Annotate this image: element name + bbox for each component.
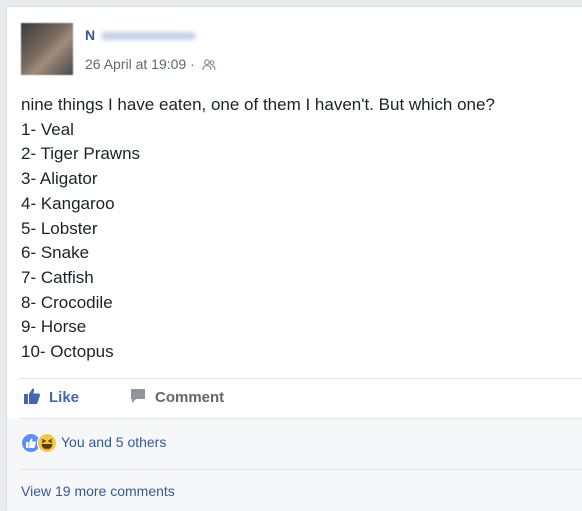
author-name-redacted (101, 32, 197, 41)
list-item: 8- Crocodile (21, 292, 113, 312)
comment-icon (131, 389, 145, 403)
post-card: N 26 April at 19:09 · nine things I have… (6, 6, 582, 511)
friends-icon[interactable] (201, 58, 216, 74)
view-more-comments-link[interactable]: View 19 more comments (21, 483, 175, 499)
list-item: 7- Catfish (21, 267, 94, 287)
list-item: 9- Horse (21, 317, 87, 337)
meta-separator: · (190, 56, 195, 72)
comment-label: Comment (155, 389, 225, 406)
list-item: 6- Snake (21, 243, 90, 263)
reactions-summary-text: You and 5 others (61, 434, 167, 450)
like-label: Like (49, 389, 80, 406)
thumbs-up-icon (24, 388, 40, 404)
actions-divider-top (19, 378, 582, 379)
author-name[interactable]: N (85, 27, 197, 43)
author-name-initial: N (85, 27, 96, 43)
list-item: 1- Veal (21, 119, 74, 139)
post-body: nine things I have eaten, one of them I … (21, 93, 571, 365)
post-meta: 26 April at 19:09 · (85, 56, 216, 74)
reactions-summary[interactable]: You and 5 others (21, 431, 166, 459)
comment-button[interactable]: Comment (129, 387, 224, 409)
list-item: 4- Kangaroo (21, 193, 115, 213)
like-button[interactable]: Like (23, 387, 79, 409)
list-item: 2- Tiger Prawns (21, 144, 141, 164)
post-intro: nine things I have eaten, one of them I … (21, 95, 495, 114)
list-item: 5- Lobster (21, 218, 98, 238)
comments-divider (19, 469, 582, 470)
list-item: 10- Octopus (21, 342, 114, 362)
haha-reaction-icon (37, 433, 57, 459)
post-timestamp[interactable]: 26 April at 19:09 (85, 56, 186, 72)
author-avatar[interactable] (21, 23, 73, 75)
list-item: 3- Aligator (21, 169, 98, 189)
